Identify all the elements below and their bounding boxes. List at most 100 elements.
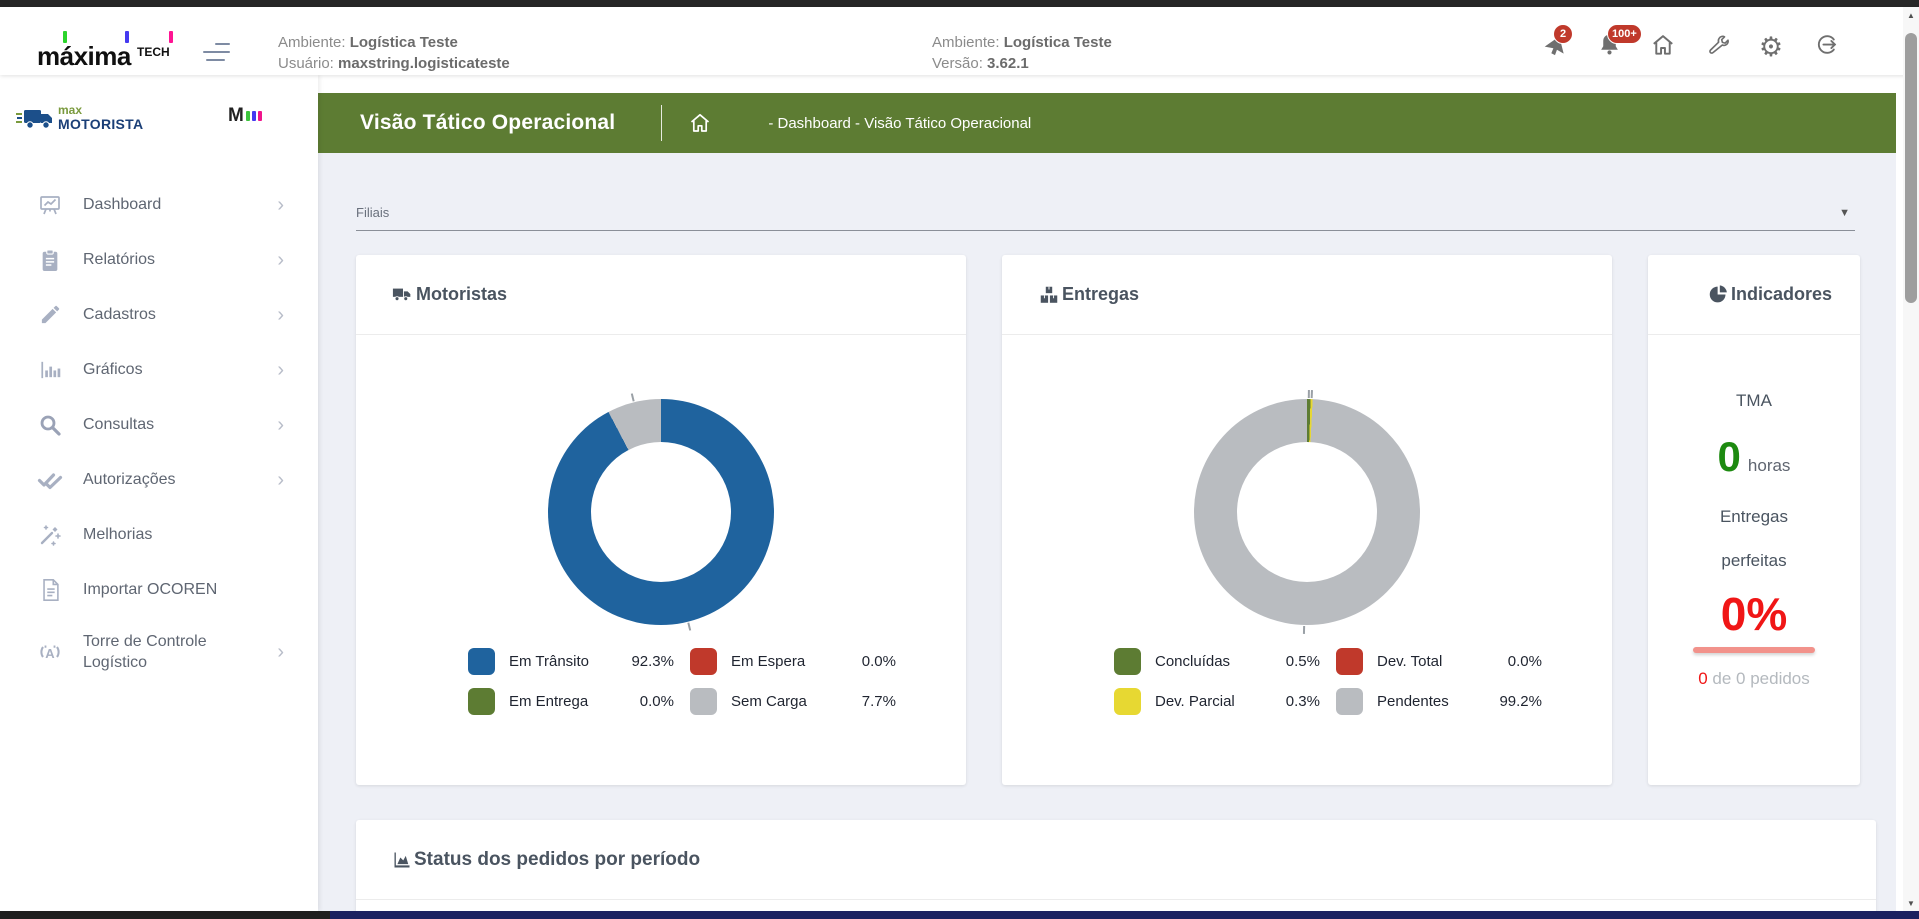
entregas-card-header: Entregas [1002, 255, 1612, 335]
motoristas-card-header: Motoristas [356, 255, 966, 335]
donut-hole [1237, 442, 1377, 582]
chevron-right-icon: › [277, 470, 284, 490]
search-icon [37, 412, 63, 438]
scroll-up-button[interactable]: ▲ [1903, 7, 1919, 23]
orders-text: de 0 pedidos [1712, 669, 1809, 688]
tools-button[interactable] [1703, 33, 1731, 61]
truck-logo-icon [16, 105, 56, 140]
legend-swatch [690, 648, 717, 675]
motoristas-donut-chart [548, 399, 774, 625]
legend-label: Em Entrega [509, 693, 622, 710]
home-icon [1650, 32, 1676, 63]
announcements-button[interactable]: 2 [1541, 33, 1569, 61]
bottom-strip-right [330, 911, 1919, 919]
legend-value: 0.0% [1490, 653, 1542, 670]
home-button[interactable] [1649, 33, 1677, 61]
header-actions: 2 100+ ⚙ [1541, 31, 1839, 63]
logo-brand-text: máxima [37, 41, 131, 72]
legend-item: Concluídas 0.5% [1114, 648, 1320, 675]
entregas-title: Entregas [1062, 284, 1139, 305]
breadcrumb-home-icon[interactable] [688, 111, 712, 135]
version-label: Versão: [932, 55, 983, 72]
settings-button[interactable]: ⚙ [1757, 33, 1785, 61]
filiais-label: Filiais [356, 205, 389, 220]
sidebar-item-label: Consultas [83, 414, 154, 435]
filiais-underline [356, 230, 1855, 231]
sidebar-item-autorizacoes[interactable]: Autorizações › [0, 452, 318, 507]
wrench-icon [1705, 32, 1730, 62]
sidebar-item-label: Autorizações [83, 469, 176, 490]
chevron-right-icon: › [277, 642, 284, 662]
legend-swatch [468, 648, 495, 675]
page-scrollbar[interactable]: ▲ ▼ [1903, 7, 1919, 911]
sidebar-item-importar-ocoren[interactable]: Importar OCOREN [0, 562, 318, 617]
legend-item: Dev. Parcial 0.3% [1114, 688, 1320, 715]
pie-chart-icon [1708, 284, 1729, 305]
sidebar-item-consultas[interactable]: Consultas › [0, 397, 318, 452]
entregas-legend: Concluídas 0.5% Dev. Total 0.0% Dev. Par… [1114, 648, 1542, 715]
sidebar-menu: Dashboard › Relatórios › Cadastros › [0, 177, 318, 687]
env-value-2: Logística Teste [1004, 34, 1112, 51]
legend-swatch [468, 688, 495, 715]
sidebar-item-cadastros[interactable]: Cadastros › [0, 287, 318, 342]
logo-accent-pink [169, 31, 173, 43]
sidebar-item-label: Melhorias [83, 524, 152, 545]
donut-hole [591, 442, 731, 582]
entregas-card: Entregas Concluídas 0.5% Dev. Total 0.0% [1002, 255, 1612, 785]
tma-unit: horas [1748, 456, 1791, 476]
title-divider [661, 105, 662, 141]
legend-swatch [1336, 648, 1363, 675]
indicadores-body: TMA 0 horas Entregas perfeitas 0% 0 de 0… [1648, 335, 1860, 689]
notifications-button[interactable]: 100+ [1595, 33, 1623, 61]
legend-label: Em Trânsito [509, 653, 622, 670]
sidebar-item-label: Gráficos [83, 359, 143, 380]
entregas-donut-chart [1194, 399, 1420, 625]
legend-item: Em Entrega 0.0% [468, 688, 674, 715]
sidebar: max MOTORISTA M Dashboard › Relatórios › [0, 75, 318, 911]
sidebar-item-torre-controle[interactable]: A Torre de Controle Logístico › [0, 617, 318, 687]
sidebar-item-relatorios[interactable]: Relatórios › [0, 232, 318, 287]
status-pedidos-card: Status dos pedidos por período [356, 820, 1876, 919]
sidebar-toggle-button[interactable] [203, 43, 231, 65]
maxima-tech-logo: máxima TECH [37, 31, 207, 75]
dashboard-icon [37, 192, 63, 218]
legend-value: 7.7% [844, 693, 896, 710]
legend-label: Dev. Total [1377, 653, 1490, 670]
filiais-select[interactable]: Filiais ▼ [356, 197, 1870, 231]
legend-value: 99.2% [1490, 693, 1542, 710]
area-chart-icon [392, 850, 412, 870]
status-title: Status dos pedidos por período [414, 849, 700, 871]
sidebar-item-dashboard[interactable]: Dashboard › [0, 177, 318, 232]
legend-value: 0.0% [622, 693, 674, 710]
indicadores-card-header: Indicadores [1648, 255, 1860, 335]
sidebar-item-graficos[interactable]: Gráficos › [0, 342, 318, 397]
perfect-deliveries-percent: 0% [1721, 587, 1787, 641]
legend-value: 92.3% [622, 653, 674, 670]
packages-icon [1038, 284, 1060, 306]
chevron-right-icon: › [277, 195, 284, 215]
chevron-right-icon: › [277, 360, 284, 380]
legend-label: Sem Carga [731, 693, 844, 710]
sidebar-item-label: Torre de Controle Logístico [83, 631, 251, 673]
status-card-header: Status dos pedidos por período [356, 820, 1876, 900]
bar-chart-icon [37, 357, 63, 383]
legend-swatch [1336, 688, 1363, 715]
tma-value: 0 [1718, 433, 1741, 481]
top-header: máxima TECH Ambiente: Logística Teste Us… [0, 7, 1919, 75]
tma-label: TMA [1736, 391, 1772, 411]
clipboard-icon [37, 247, 63, 273]
scrollbar-thumb[interactable] [1905, 33, 1917, 303]
legend-item: Pendentes 99.2% [1336, 688, 1542, 715]
legend-label: Em Espera [731, 653, 844, 670]
legend-label: Pendentes [1377, 693, 1490, 710]
page-title-bar: Visão Tático Operacional - Dashboard - V… [318, 93, 1896, 153]
sidebar-item-melhorias[interactable]: Melhorias [0, 507, 318, 562]
scroll-down-button[interactable]: ▼ [1903, 895, 1919, 911]
truck-icon [392, 284, 414, 306]
legend-value: 0.5% [1268, 653, 1320, 670]
legend-item: Sem Carga 7.7% [690, 688, 896, 715]
perfect-deliveries-line1: Entregas [1720, 507, 1788, 527]
user-value: maxstring.logisticateste [338, 55, 510, 72]
logo-max-text: max [58, 103, 82, 117]
logout-button[interactable] [1811, 33, 1839, 61]
